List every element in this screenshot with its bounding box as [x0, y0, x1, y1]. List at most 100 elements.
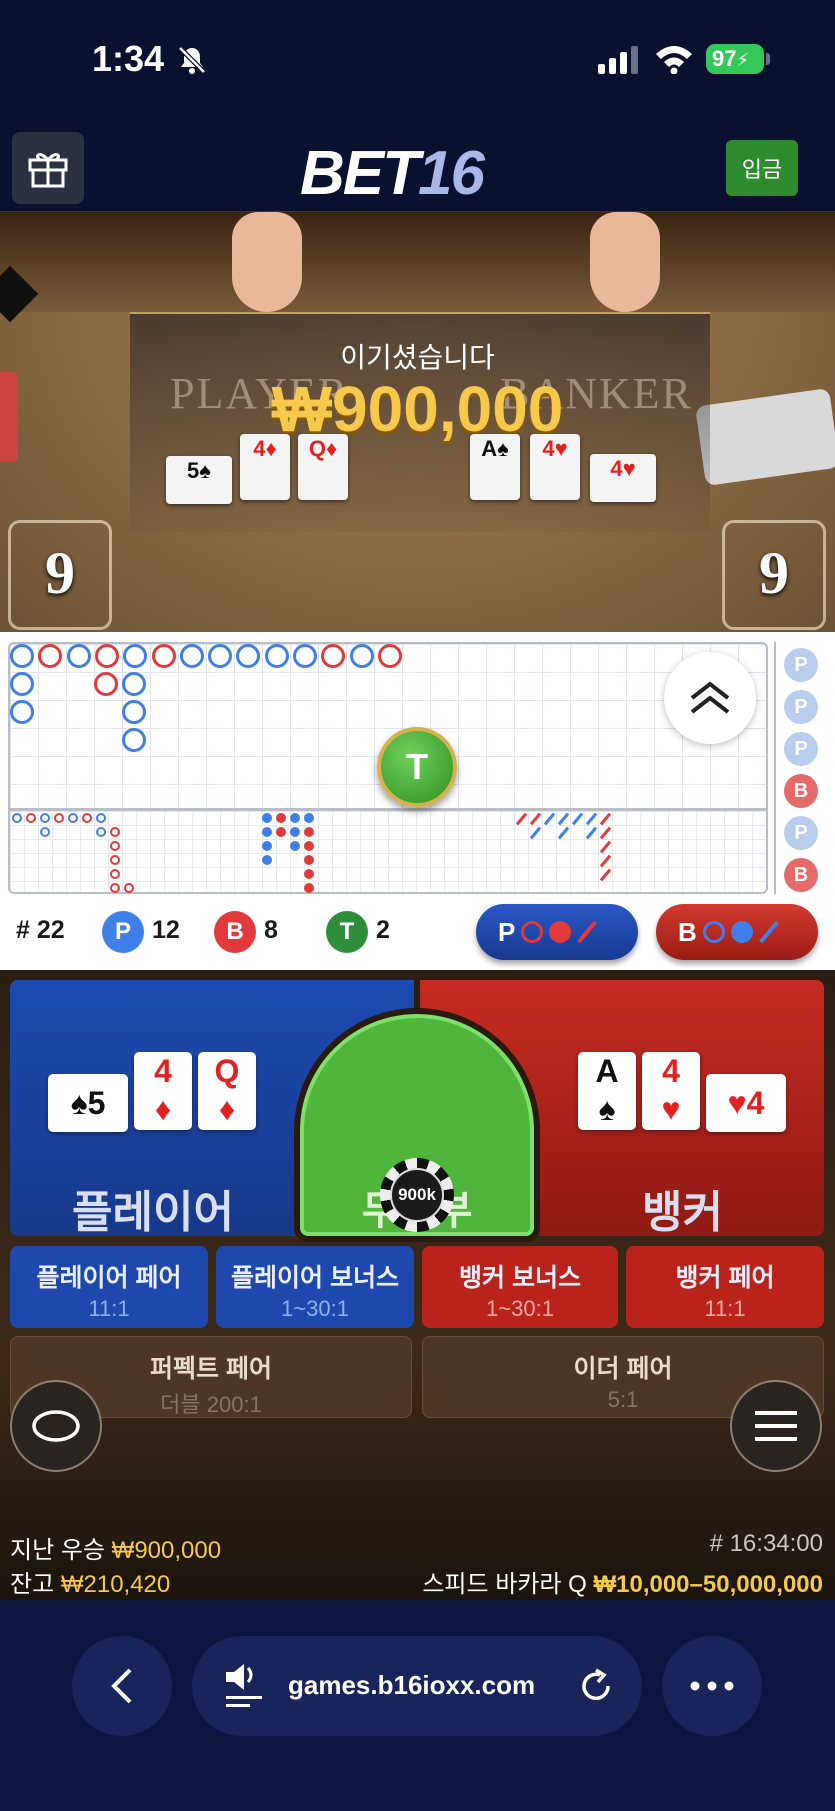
- battery-nub: [766, 53, 770, 65]
- next-result-bead: P: [784, 732, 818, 766]
- chip-value: 900k: [390, 1168, 444, 1222]
- player-card-3: Q ♦: [198, 1052, 256, 1130]
- url-text: games.b16ioxx.com: [288, 1670, 536, 1700]
- side-bet-title: 플레이어 페어: [36, 1264, 182, 1292]
- big-road-bead: [122, 728, 146, 752]
- banker-pair-bet[interactable]: 뱅커 페어 11:1: [626, 1246, 824, 1328]
- player-bonus-bet[interactable]: 플레이어 보너스 1~30:1: [216, 1246, 414, 1328]
- next-result-bead: P: [784, 690, 818, 724]
- card-suit: ♦: [218, 1091, 236, 1127]
- side-bet-odds: 11:1: [88, 1296, 130, 1321]
- small-road-dot: [290, 841, 300, 851]
- logo-text: BET: [300, 139, 420, 208]
- dealer-left-hand: [232, 212, 302, 312]
- big-road-bead: [122, 672, 146, 696]
- win-message: 이기셨습니다: [340, 342, 495, 373]
- big-eye-ring: [68, 813, 78, 823]
- big-eye-ring: [110, 855, 120, 865]
- small-road-dot: [304, 883, 314, 893]
- side-bet-title: 퍼펙트 페어: [150, 1355, 272, 1383]
- side-bet-odds: 1~30:1: [486, 1296, 554, 1321]
- big-eye-ring: [82, 813, 92, 823]
- balance-label: 잔고: [10, 1571, 55, 1598]
- big-road-bead: [10, 672, 34, 696]
- video-banker-card-3: 4♥: [590, 454, 656, 502]
- balance-value: ₩210,420: [60, 1571, 171, 1598]
- predict-banker-button[interactable]: B: [656, 904, 818, 960]
- banker-bonus-bet[interactable]: 뱅커 보너스 1~30:1: [422, 1246, 618, 1328]
- side-bet-title: 이더 페어: [573, 1355, 673, 1383]
- hamburger-menu-icon: [755, 1411, 797, 1441]
- small-road-dot: [262, 813, 272, 823]
- status-time: 1:34: [92, 38, 165, 79]
- next-result-bead: B: [784, 858, 818, 892]
- win-amount: ₩900,000: [271, 373, 564, 445]
- player-score: 9: [8, 520, 112, 630]
- video-player-card-2: 4♦: [240, 434, 290, 500]
- big-eye-ring: [110, 869, 120, 879]
- last-win-info: 지난 우승 ₩900,000: [10, 1530, 221, 1565]
- predict-player-button[interactable]: P: [476, 904, 638, 960]
- deposit-button[interactable]: 입금: [726, 140, 798, 196]
- wifi-icon: [656, 46, 692, 74]
- big-road-bead: [349, 644, 374, 668]
- placed-chip: 900k: [380, 1158, 454, 1232]
- balance-info: 잔고 ₩210,420: [10, 1564, 170, 1599]
- small-road-dot: [304, 855, 314, 865]
- next-result-bead: B: [784, 774, 818, 808]
- back-button[interactable]: [72, 1636, 172, 1736]
- big-eye-ring: [110, 883, 120, 893]
- side-bet-title: 뱅커 페어: [675, 1264, 775, 1292]
- banker-card-1: A ♠: [578, 1052, 636, 1130]
- banker-score: 9: [722, 520, 826, 630]
- bet16-logo: BET16: [300, 138, 485, 209]
- card-rank: 4: [154, 1053, 172, 1089]
- ellipsis-icon: [690, 1681, 734, 1691]
- chat-button[interactable]: [10, 1380, 102, 1472]
- reload-icon[interactable]: [578, 1668, 614, 1704]
- round-id: # 16:34:00: [709, 1530, 823, 1557]
- address-bar[interactable]: games.b16ioxx.com: [192, 1636, 642, 1736]
- big-road-bead: [293, 644, 317, 668]
- gift-button[interactable]: [12, 132, 84, 204]
- more-options-button[interactable]: [662, 1636, 762, 1736]
- small-road-dot: [304, 827, 314, 837]
- big-road-bead: [208, 644, 233, 668]
- collapse-roadmap-button[interactable]: [664, 652, 756, 744]
- small-road-dot: [262, 827, 272, 837]
- cellular-signal-icon: [598, 46, 638, 74]
- derived-roads[interactable]: [8, 810, 768, 894]
- big-road-bead: [377, 644, 402, 668]
- banker-card-2: 4 ♥: [642, 1052, 700, 1130]
- player-card-2: 4 ♦: [134, 1052, 192, 1130]
- player-count-icon: P: [102, 911, 144, 953]
- big-road-bead: [66, 644, 91, 668]
- card-suit: ♦: [154, 1091, 172, 1127]
- menu-button[interactable]: [730, 1380, 822, 1472]
- banker-card-3: ♥4: [706, 1074, 786, 1132]
- tie-result-marker: T: [377, 727, 457, 807]
- card-rank: A: [595, 1053, 619, 1089]
- small-road-dot-icon: [549, 921, 572, 943]
- big-eye-ring: [110, 827, 120, 837]
- table-info: 스피드 바카라 Q ₩10,000–50,000,000: [422, 1564, 823, 1599]
- banker-count-icon: B: [214, 911, 256, 953]
- big-eye-ring: [124, 883, 134, 893]
- player-pair-bet[interactable]: 플레이어 페어 11:1: [10, 1246, 208, 1328]
- banker-bet-label: 뱅커: [642, 1188, 723, 1237]
- chevron-double-up-icon: [690, 681, 730, 714]
- card-suit: ♠: [70, 1085, 88, 1121]
- tie-count: 2: [376, 916, 390, 944]
- card-rank: 5: [87, 1085, 106, 1121]
- small-road-dot: [262, 855, 272, 865]
- last-win-label: 지난 우승: [10, 1537, 105, 1564]
- video-banker-card-2: 4♥: [530, 434, 580, 500]
- card-suit: ♠: [598, 1091, 616, 1127]
- predict-banker-label: B: [678, 916, 697, 947]
- big-eye-ring-icon: [521, 921, 544, 943]
- card-rank: Q: [214, 1053, 240, 1089]
- logo-number: 16: [418, 139, 485, 208]
- bet-limits: ₩10,000–50,000,000: [593, 1571, 823, 1598]
- big-eye-ring: [96, 827, 106, 837]
- charging-icon: ⚡: [736, 50, 750, 70]
